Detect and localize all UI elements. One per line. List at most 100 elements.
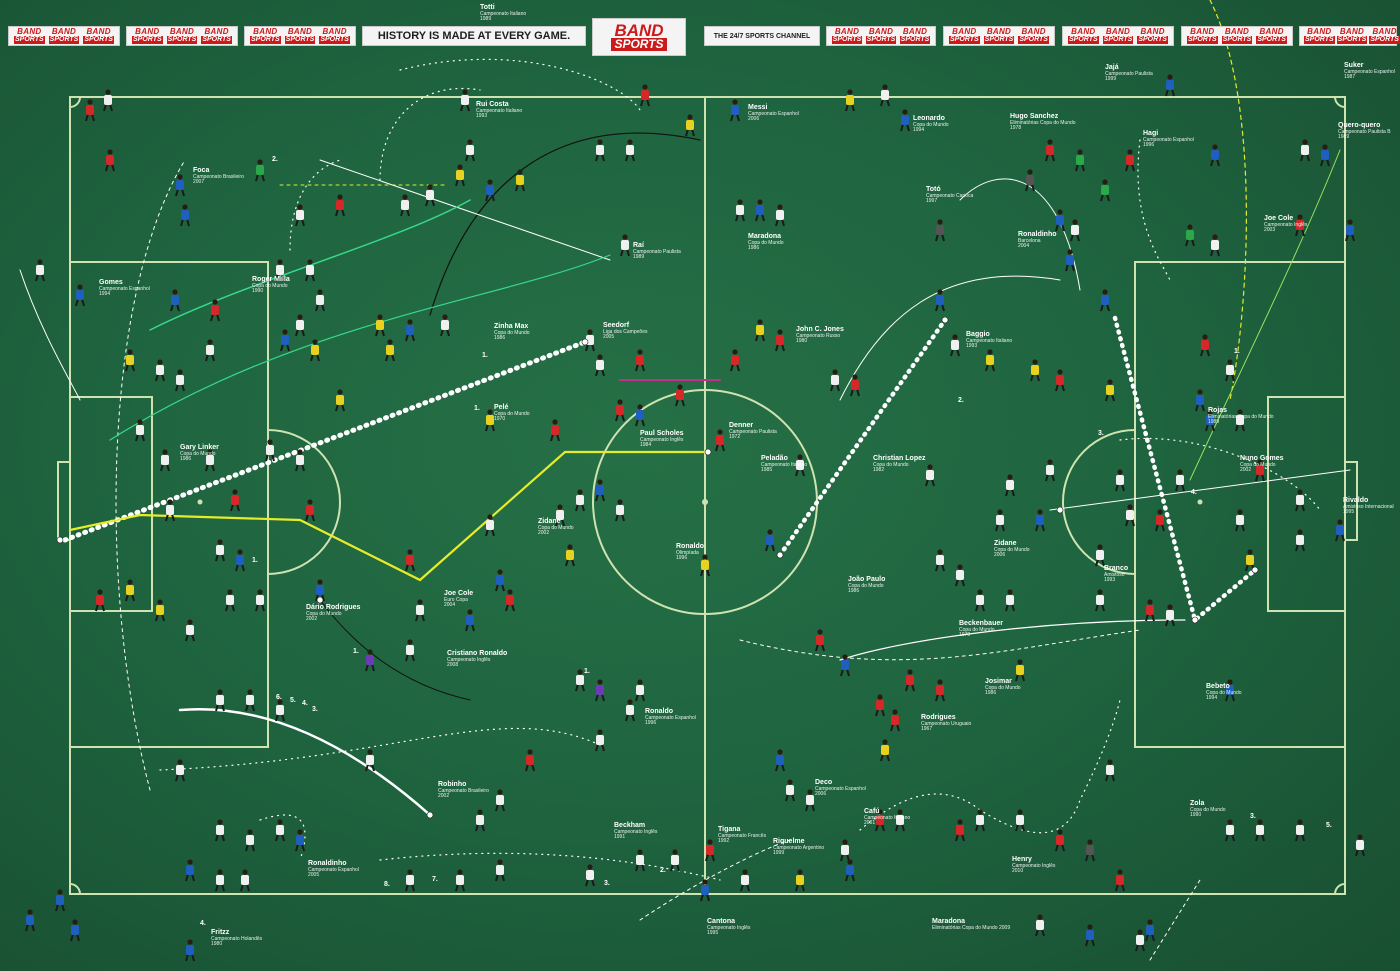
- player-figure: [55, 889, 65, 912]
- player-figure: [240, 869, 250, 892]
- player-figure: [615, 399, 625, 422]
- player-figure: [635, 349, 645, 372]
- sequence-marker: 1.: [474, 405, 480, 412]
- player-figure: [890, 709, 900, 732]
- pass-line: [109, 254, 611, 441]
- player-figure: [900, 109, 910, 132]
- player-label-totti: Totti Campeonato Italiano 1989: [480, 4, 527, 23]
- player-figure: [245, 689, 255, 712]
- player-figure: [205, 339, 215, 362]
- player-figure: [595, 354, 605, 377]
- player-label-beckenbauer: Beckenbauer Copa do Mundo 1970: [959, 620, 1003, 639]
- ball-icon: [56, 536, 64, 544]
- player-figure: [185, 619, 195, 642]
- player-figure: [775, 749, 785, 772]
- player-figure: [400, 194, 410, 217]
- player-figure: [935, 219, 945, 242]
- player-label-paul-scholes: Paul Scholes Campeonato Inglês 1984: [640, 430, 684, 449]
- player-figure: [103, 89, 113, 112]
- penalty-spot: [197, 499, 203, 505]
- player-figure: [765, 529, 775, 552]
- player-figure: [1100, 179, 1110, 202]
- player-label-dario-rodrigues: Dário Rodrigues Copa do Mundo 2002: [306, 604, 361, 623]
- player-figure: [625, 699, 635, 722]
- player-figure: [1255, 819, 1265, 842]
- pass-line: [1149, 879, 1201, 961]
- sequence-marker: 4.: [302, 700, 308, 707]
- player-figure: [215, 689, 225, 712]
- player-figure: [1105, 379, 1115, 402]
- player-label-bebeto: Bebeto Copa do Mundo 1994: [1206, 683, 1242, 702]
- band-sports-logo: BAND SPORTS BAND SPORTS BAND SPORTS: [126, 26, 238, 46]
- pass-yellow-line: [68, 450, 710, 582]
- player-figure: [160, 449, 170, 472]
- ball-icon: [1056, 506, 1064, 514]
- player-figure: [505, 589, 515, 612]
- player-figure: [675, 384, 685, 407]
- player-figure: [565, 544, 575, 567]
- player-figure: [935, 549, 945, 572]
- sequence-marker: 7.: [432, 876, 438, 883]
- player-figure: [405, 869, 415, 892]
- player-figure: [1030, 359, 1040, 382]
- player-label-henry: Henry Campeonato Inglês 2010: [1012, 856, 1056, 875]
- player-figure: [700, 879, 710, 902]
- player-figure: [1065, 249, 1075, 272]
- pass-line: [839, 619, 1186, 661]
- player-figure: [455, 164, 465, 187]
- sequence-marker: 1.: [252, 557, 258, 564]
- player-figure: [215, 819, 225, 842]
- sequence-marker: 1.: [482, 352, 488, 359]
- player-figure: [405, 319, 415, 342]
- pass-line: [739, 629, 1141, 661]
- player-label-denner: Denner Campeonato Paulista 1972: [729, 422, 777, 441]
- player-figure: [125, 349, 135, 372]
- player-figure: [1035, 914, 1045, 937]
- player-label-deco: Deco Campeonato Espanhol 2006: [815, 779, 866, 798]
- player-label-beckham: Beckham Campeonato Inglês 1991: [614, 822, 658, 841]
- center-spot: [702, 499, 708, 505]
- tagline-channel: THE 24/7 SPORTS CHANNEL: [704, 26, 820, 46]
- player-figure: [1210, 234, 1220, 257]
- player-figure: [1300, 139, 1310, 162]
- player-figure: [495, 859, 505, 882]
- player-label-john-c-jones: John C. Jones Campeonato Russo 1980: [796, 326, 844, 345]
- sequence-marker: 5.: [290, 697, 296, 704]
- player-figure: [955, 564, 965, 587]
- player-label-riquelme: Riquelme Campeonato Argentino 1999: [773, 838, 825, 857]
- player-figure: [1095, 544, 1105, 567]
- player-figure: [1225, 359, 1235, 382]
- player-figure: [295, 314, 305, 337]
- dribble-line: [1137, 139, 1171, 281]
- player-figure: [1320, 144, 1330, 167]
- player-figure: [1135, 929, 1145, 952]
- sequence-marker: 2.: [272, 156, 278, 163]
- player-figure: [595, 729, 605, 752]
- player-figure: [305, 499, 315, 522]
- player-figure: [275, 819, 285, 842]
- player-label-ronaldo-olimpiada: Ronaldo Olimpíada 1996: [676, 543, 704, 562]
- player-figure: [785, 779, 795, 802]
- player-figure: [740, 869, 750, 892]
- player-figure: [1185, 224, 1195, 247]
- player-figure: [1085, 924, 1095, 947]
- player-figure: [485, 409, 495, 432]
- player-figure: [1225, 819, 1235, 842]
- player-label-foca: Foca Campeonato Brasileiro 2007: [193, 167, 244, 186]
- player-label-pele: Pelé Copa do Mundo 1970: [494, 404, 530, 423]
- player-figure: [670, 849, 680, 872]
- player-figure: [185, 859, 195, 882]
- player-figure: [135, 419, 145, 442]
- player-label-leonardo: Leonardo Copa do Mundo 1994: [913, 115, 949, 134]
- player-figure: [440, 314, 450, 337]
- player-label-christian-lopez: Christian Lopez Copa do Mundo 1982: [873, 455, 926, 474]
- sequence-marker: 4.: [1191, 489, 1197, 496]
- player-figure: [595, 679, 605, 702]
- pass-yellow-line: [1209, 0, 1247, 401]
- player-figure: [1165, 74, 1175, 97]
- player-figure: [685, 114, 695, 137]
- player-figure: [125, 579, 135, 602]
- player-figure: [1145, 919, 1155, 942]
- player-label-maradona-2009: Maradona Eliminatórias Copa do Mundo 2009: [932, 918, 1011, 931]
- pass-line: [839, 275, 1061, 401]
